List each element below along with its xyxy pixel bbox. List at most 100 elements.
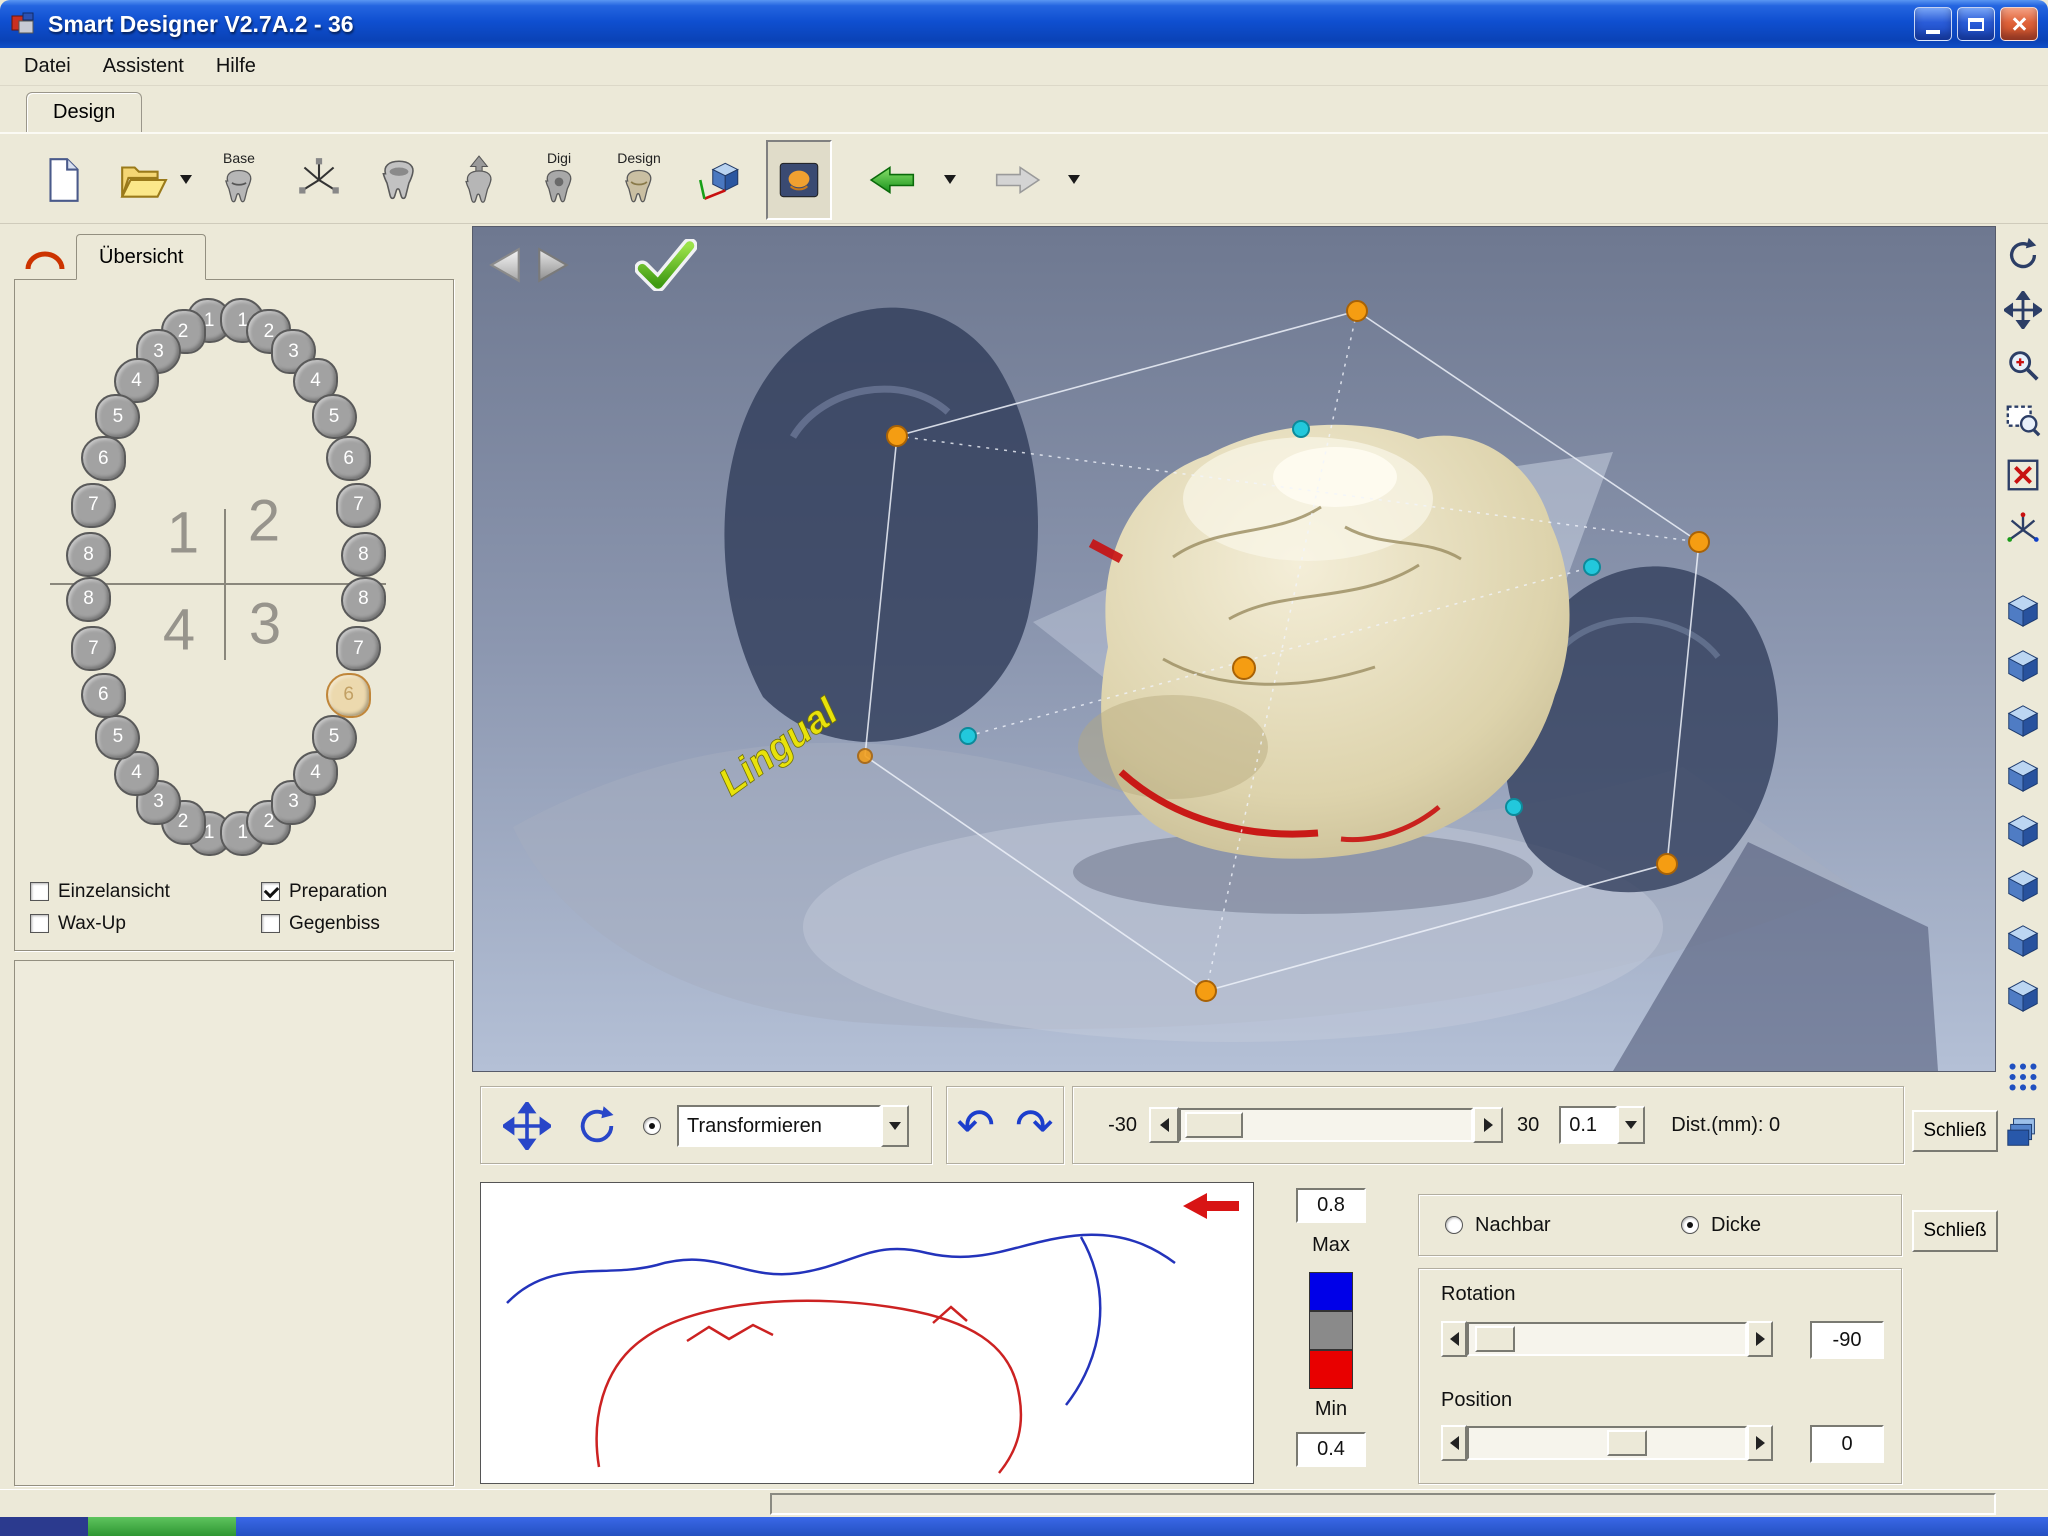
rotation-left-arrow[interactable] bbox=[1441, 1321, 1467, 1357]
rotate-icon[interactable] bbox=[575, 1104, 619, 1148]
rotation-value-field[interactable]: -90 bbox=[1810, 1321, 1884, 1359]
pan-view-icon[interactable] bbox=[2002, 289, 2044, 331]
confirm-button[interactable] bbox=[635, 239, 697, 291]
open-file-button[interactable] bbox=[110, 140, 176, 220]
position-right-arrow[interactable] bbox=[1747, 1425, 1773, 1461]
range-slider[interactable] bbox=[1179, 1108, 1473, 1142]
menu-bar: Datei Assistent Hilfe bbox=[0, 48, 2048, 86]
undo-button[interactable] bbox=[956, 1102, 995, 1148]
nachbar-radio[interactable] bbox=[1445, 1216, 1463, 1234]
range-left-arrow[interactable] bbox=[1149, 1107, 1179, 1143]
redo-button[interactable] bbox=[1015, 1102, 1054, 1148]
position-slider bbox=[1441, 1425, 1773, 1461]
close-button-1[interactable]: Schließ bbox=[1912, 1110, 1998, 1152]
rotate-view-icon[interactable] bbox=[2002, 234, 2044, 276]
rotation-slider-thumb[interactable] bbox=[1475, 1326, 1515, 1352]
tooth-q4-8[interactable]: 8 bbox=[66, 576, 112, 622]
range-right-arrow[interactable] bbox=[1473, 1107, 1503, 1143]
menu-assistent[interactable]: Assistent bbox=[87, 50, 200, 83]
cross-section-panel[interactable] bbox=[480, 1182, 1254, 1484]
min-value-field[interactable]: 0.4 bbox=[1296, 1432, 1366, 1467]
tooth-q2-6[interactable]: 6 bbox=[326, 436, 372, 482]
tooth-q4-6[interactable]: 6 bbox=[80, 672, 126, 718]
axes-tool-button[interactable] bbox=[286, 140, 352, 220]
tooth-q1-8[interactable]: 8 bbox=[66, 532, 112, 577]
waxup-label: Wax-Up bbox=[58, 913, 126, 934]
tooth-q3-7[interactable]: 7 bbox=[336, 626, 382, 672]
move-icon[interactable] bbox=[503, 1102, 551, 1150]
menu-datei[interactable]: Datei bbox=[8, 50, 87, 83]
next-step-button[interactable] bbox=[535, 246, 571, 284]
start-button-edge[interactable] bbox=[88, 1517, 236, 1536]
close-button-2[interactable]: Schließ bbox=[1912, 1210, 1998, 1252]
tooth-q4-5[interactable]: 5 bbox=[95, 714, 141, 760]
tooth-q1-6[interactable]: 6 bbox=[80, 436, 126, 482]
view-cube-iso1-icon[interactable] bbox=[2002, 920, 2044, 962]
tooth-q3-8[interactable]: 8 bbox=[340, 576, 386, 622]
zoom-in-icon[interactable] bbox=[2002, 344, 2044, 386]
tooth-q1-5[interactable]: 5 bbox=[95, 394, 141, 440]
menu-hilfe[interactable]: Hilfe bbox=[200, 50, 272, 83]
view-cube-top-icon[interactable] bbox=[2002, 590, 2044, 632]
combo-arrow-icon[interactable] bbox=[881, 1105, 909, 1147]
close-button[interactable] bbox=[2000, 7, 2038, 41]
back-history-dropdown-icon[interactable] bbox=[944, 175, 956, 184]
view-cube-bottom-icon[interactable] bbox=[2002, 645, 2044, 687]
step-spinner[interactable]: 0.1 bbox=[1559, 1106, 1646, 1144]
selection-view-toggle[interactable] bbox=[766, 139, 832, 220]
view-cube-iso2-icon[interactable] bbox=[2002, 975, 2044, 1017]
tab-uebersicht[interactable]: Übersicht bbox=[76, 234, 207, 280]
prev-step-button[interactable] bbox=[487, 246, 523, 284]
position-left-arrow[interactable] bbox=[1441, 1425, 1467, 1461]
transform-mode-radio[interactable] bbox=[643, 1117, 661, 1135]
position-value-field[interactable]: 0 bbox=[1810, 1425, 1884, 1463]
minimize-button[interactable] bbox=[1914, 7, 1952, 41]
position-slider-thumb[interactable] bbox=[1607, 1430, 1647, 1456]
arch-icon bbox=[25, 251, 65, 270]
tooth-q1-7[interactable]: 7 bbox=[70, 482, 116, 528]
preparation-checkbox[interactable] bbox=[261, 882, 280, 901]
undo-group bbox=[946, 1086, 1064, 1164]
forward-arrow-button[interactable] bbox=[970, 140, 1064, 220]
view-cube-back-icon[interactable] bbox=[2002, 755, 2044, 797]
3d-scene[interactable]: Lingual bbox=[473, 227, 1995, 1071]
tooth-q2-7[interactable]: 7 bbox=[336, 482, 382, 528]
axes-icon[interactable] bbox=[2002, 509, 2044, 551]
back-arrow-button[interactable] bbox=[846, 140, 940, 220]
max-value-field[interactable]: 0.8 bbox=[1296, 1188, 1366, 1223]
rotation-slider-track[interactable] bbox=[1467, 1322, 1747, 1356]
digi-button[interactable]: Digi bbox=[526, 140, 592, 220]
gegenbiss-checkbox[interactable] bbox=[261, 914, 280, 933]
tab-design[interactable]: Design bbox=[26, 92, 143, 132]
tooth-q3-5[interactable]: 5 bbox=[311, 714, 357, 760]
position-slider-track[interactable] bbox=[1467, 1426, 1747, 1460]
step-dropdown-icon[interactable] bbox=[1617, 1106, 1646, 1144]
wax-tooth-icon bbox=[382, 159, 414, 199]
tooth-q3-6[interactable]: 6 bbox=[326, 672, 372, 718]
tooth-q2-5[interactable]: 5 bbox=[311, 394, 357, 440]
layers-icon[interactable] bbox=[2002, 1111, 2044, 1153]
waxup-checkbox[interactable] bbox=[30, 914, 49, 933]
maximize-button[interactable] bbox=[1957, 7, 1995, 41]
view-cube-front-icon[interactable] bbox=[2002, 700, 2044, 742]
extrude-tooth-button[interactable] bbox=[446, 140, 512, 220]
view-cube-right-icon[interactable] bbox=[2002, 865, 2044, 907]
transform-mode-combo[interactable]: Transformieren bbox=[677, 1105, 909, 1147]
tooth-q2-8[interactable]: 8 bbox=[340, 532, 386, 577]
new-file-button[interactable] bbox=[30, 140, 96, 220]
tooth-q4-7[interactable]: 7 bbox=[70, 626, 116, 672]
einzelansicht-checkbox[interactable] bbox=[30, 882, 49, 901]
open-dropdown-icon[interactable] bbox=[180, 175, 192, 184]
range-slider-thumb[interactable] bbox=[1185, 1112, 1243, 1138]
view-cube-left-icon[interactable] bbox=[2002, 810, 2044, 852]
reset-view-icon[interactable] bbox=[2002, 454, 2044, 496]
base-button[interactable]: Base bbox=[206, 140, 272, 220]
forward-history-dropdown-icon[interactable] bbox=[1068, 175, 1080, 184]
zoom-window-icon[interactable] bbox=[2002, 399, 2044, 441]
design-button[interactable]: Design bbox=[606, 140, 672, 220]
dicke-radio[interactable] bbox=[1681, 1216, 1699, 1234]
grid-icon[interactable] bbox=[2002, 1056, 2044, 1098]
rotation-right-arrow[interactable] bbox=[1747, 1321, 1773, 1357]
coordinate-view-button[interactable] bbox=[686, 140, 752, 220]
wax-tooth-button[interactable] bbox=[366, 140, 432, 220]
